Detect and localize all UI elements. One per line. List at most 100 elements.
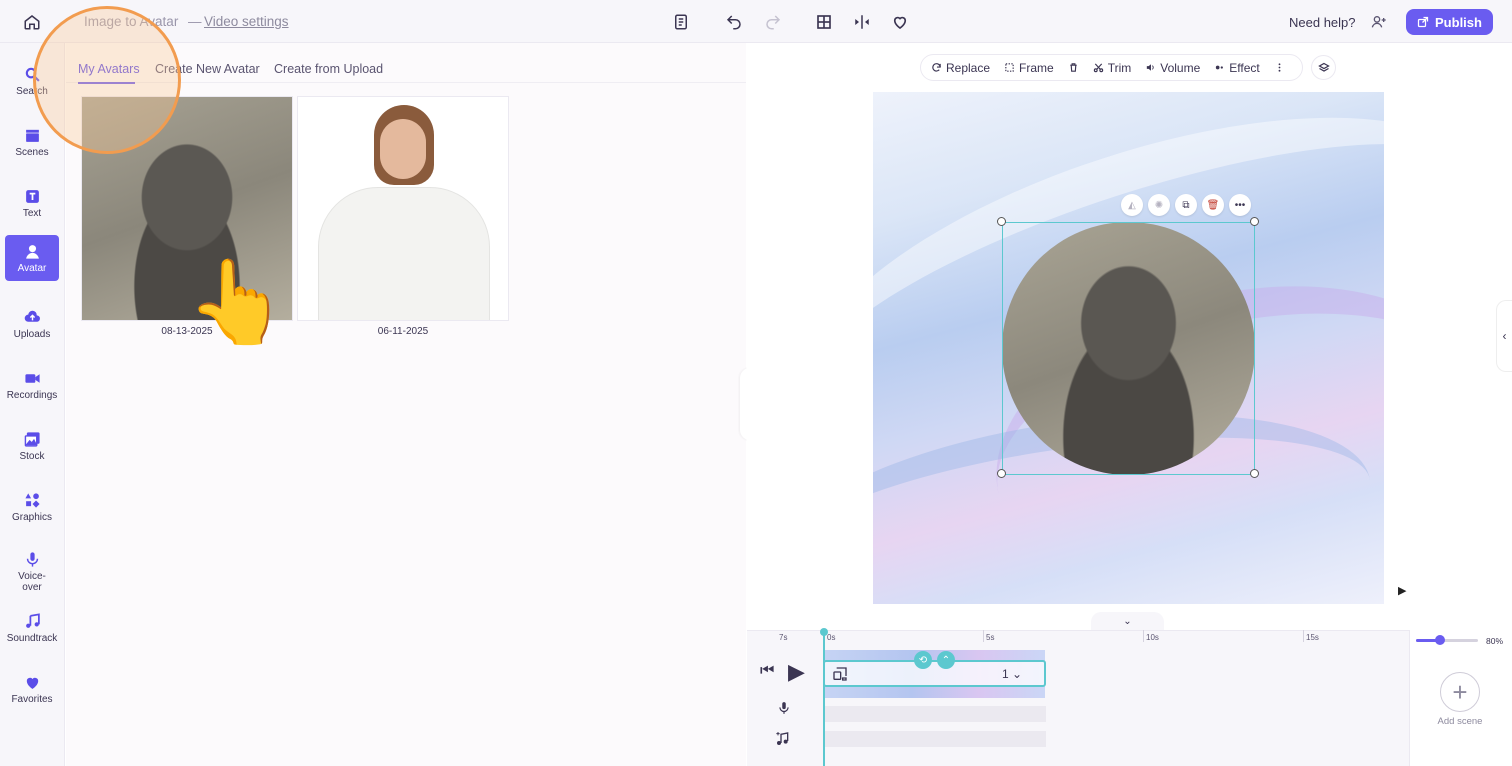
add-scene-button[interactable]: + — [1440, 672, 1480, 712]
sidebar-item-uploads[interactable]: Uploads — [5, 301, 59, 347]
move-forward-button[interactable]: ✺ — [1148, 194, 1170, 216]
title-separator: — — [188, 14, 202, 29]
save-icon[interactable] — [670, 11, 692, 33]
avatar-icon — [25, 244, 39, 259]
refresh-icon — [932, 63, 941, 72]
timeline-tick: 0s — [827, 633, 836, 642]
tab-create-from-upload[interactable]: Create from Upload — [274, 62, 383, 76]
effect-button[interactable]: Effect — [1214, 61, 1260, 75]
scissors-icon — [1093, 63, 1103, 73]
sidebar-item-avatar[interactable]: Avatar — [5, 235, 59, 281]
pointing-hand-icon: 👆 — [186, 257, 289, 348]
delete-button[interactable] — [1068, 62, 1079, 73]
invite-user-button[interactable] — [1365, 9, 1393, 35]
resize-handle[interactable] — [1250, 217, 1259, 226]
video-camera-icon — [24, 373, 40, 383]
sidebar-item-label: Favorites — [11, 693, 53, 705]
chevron-up-icon[interactable]: ⌃ — [937, 651, 955, 669]
tick-line — [1303, 630, 1304, 642]
scene-layout-icon[interactable] — [832, 666, 848, 682]
video-settings-link[interactable]: Video settings — [204, 14, 289, 29]
replace-button[interactable]: Replace — [931, 61, 990, 75]
transition-icon[interactable]: ⟲ — [914, 651, 932, 669]
chevron-down-icon: ⌄ — [1012, 667, 1023, 681]
need-help-link[interactable]: Need help? — [1289, 15, 1356, 30]
sidebar-item-label: Voice-over — [18, 571, 46, 593]
microphone-icon[interactable] — [777, 700, 791, 716]
speaker-icon — [1147, 64, 1154, 71]
sidebar-item-text[interactable]: Text — [5, 180, 59, 226]
horizontal-dots-icon: ••• — [1234, 199, 1246, 211]
play-icon: ▶ — [788, 659, 805, 684]
tick-line — [983, 630, 984, 642]
home-icon[interactable] — [21, 11, 43, 33]
resize-handle[interactable] — [997, 469, 1006, 478]
sidebar-item-label: Uploads — [13, 328, 51, 340]
music-note-icon[interactable] — [775, 731, 791, 747]
sidebar-item-voice-over[interactable]: Voice-over — [5, 545, 59, 599]
more-options-button[interactable] — [1274, 62, 1285, 73]
trash-icon: 🗑 — [1206, 199, 1220, 211]
vertical-dots-icon — [1278, 63, 1281, 72]
grid-icon[interactable] — [813, 11, 835, 33]
images-icon — [24, 431, 40, 447]
timeline-tick: 5s — [986, 633, 995, 642]
sidebar-item-graphics[interactable]: Graphics — [5, 484, 59, 530]
playhead-handle[interactable] — [820, 628, 828, 636]
collapse-timeline-button[interactable]: ⌄ — [1091, 612, 1164, 630]
publish-button[interactable]: Publish — [1406, 9, 1493, 35]
redo-icon[interactable] — [762, 11, 784, 33]
avatar-card-woman[interactable] — [297, 96, 509, 321]
duplicate-button[interactable]: ⧉ — [1175, 194, 1197, 216]
resize-handle[interactable] — [997, 217, 1006, 226]
trim-button[interactable]: Trim — [1093, 61, 1131, 75]
frame-icon — [1005, 63, 1014, 72]
delete-element-button[interactable]: 🗑 — [1202, 194, 1224, 216]
move-back-button[interactable]: ◭ — [1121, 194, 1143, 216]
split-icon[interactable] — [851, 11, 873, 33]
volume-button[interactable]: Volume — [1145, 61, 1200, 75]
zoom-slider-handle[interactable] — [1435, 635, 1445, 645]
plus-icon: + — [1452, 676, 1468, 707]
effect-icon — [1216, 65, 1224, 70]
sidebar-item-stock[interactable]: Stock — [5, 423, 59, 469]
element-quick-actions: ◭ ✺ ⧉ 🗑 ••• — [1121, 194, 1253, 216]
avatar-date: 06-11-2025 — [377, 326, 429, 337]
skip-to-start-button[interactable]: ⏮ — [760, 662, 774, 680]
avatar-panel: My Avatars Create New Avatar Create from… — [66, 43, 746, 766]
playhead[interactable] — [823, 630, 825, 766]
duplicate-icon: ⧉ — [1182, 199, 1190, 211]
layer-front-icon: ✺ — [1154, 199, 1164, 211]
heart-icon[interactable] — [889, 11, 911, 33]
clapperboard-icon — [25, 129, 39, 142]
shapes-icon — [24, 492, 40, 508]
more-actions-button[interactable]: ••• — [1229, 194, 1251, 216]
play-preview-icon[interactable]: ▶ — [1398, 584, 1406, 597]
left-sidebar: Search Scenes Text Avatar Uploads Record… — [0, 43, 65, 766]
voiceover-track[interactable] — [823, 706, 1046, 722]
soundtrack-track[interactable] — [823, 731, 1046, 747]
skip-back-icon: ⏮ — [760, 662, 775, 679]
trash-icon — [1069, 63, 1077, 72]
publish-label: Publish — [1435, 14, 1482, 30]
woman-avatar-image — [298, 97, 508, 320]
layers-button[interactable] — [1311, 55, 1336, 80]
chevron-left-icon: ‹ — [1502, 329, 1507, 343]
cloud-upload-icon — [24, 310, 40, 322]
frame-button[interactable]: Frame — [1004, 61, 1054, 75]
play-button[interactable]: ▶ — [788, 659, 805, 685]
element-toolbar: Replace Frame Trim Volume Effect — [920, 54, 1303, 81]
sidebar-item-soundtrack[interactable]: Soundtrack — [5, 605, 59, 651]
sidebar-item-favorites[interactable]: Favorites — [5, 666, 59, 712]
sidebar-item-recordings[interactable]: Recordings — [5, 362, 59, 408]
layer-back-icon: ◭ — [1128, 199, 1136, 211]
sidebar-item-label: Stock — [19, 450, 45, 462]
selection-box — [1002, 222, 1255, 475]
sidebar-item-label: Recordings — [6, 389, 58, 401]
resize-handle[interactable] — [1250, 469, 1259, 478]
expand-right-panel-button[interactable]: ‹ — [1496, 300, 1512, 372]
undo-icon[interactable] — [723, 11, 745, 33]
add-user-icon — [1371, 16, 1386, 28]
tick-line — [1143, 630, 1144, 642]
scene-number-select[interactable]: 1 ⌄ — [1002, 667, 1022, 681]
